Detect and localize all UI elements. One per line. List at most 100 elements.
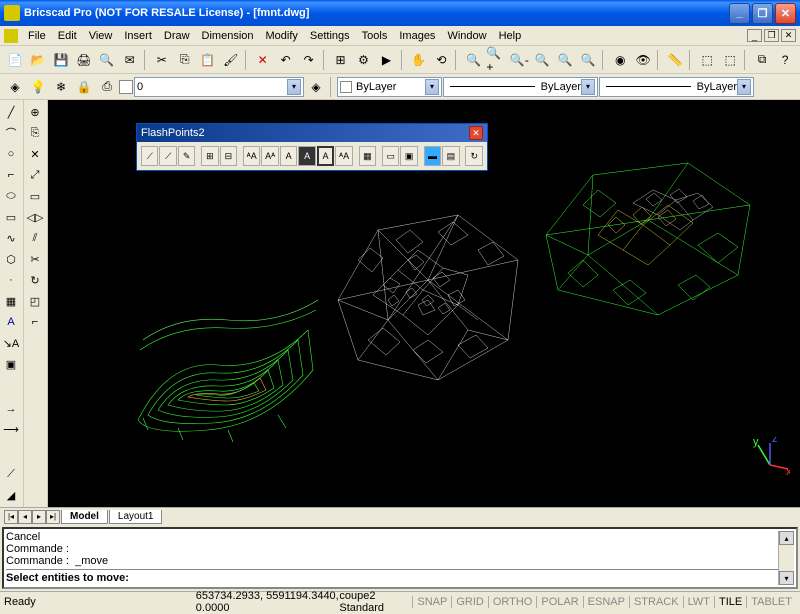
color-combo[interactable]: ByLayer ▾ — [337, 77, 442, 97]
copy-tool[interactable]: ⎘ — [25, 123, 45, 143]
arc-tool[interactable]: ⌒ — [1, 123, 21, 143]
render-button[interactable]: ◉ — [609, 49, 631, 71]
cut-button[interactable]: ✂ — [151, 49, 173, 71]
polygon-tool[interactable]: ⬡ — [1, 249, 21, 269]
tab-next-button[interactable]: ▸ — [32, 510, 46, 524]
paste-button[interactable]: 📋 — [197, 49, 219, 71]
line-tool[interactable]: ╱ — [1, 102, 21, 122]
menu-settings[interactable]: Settings — [304, 28, 356, 44]
mail-button[interactable]: ✉ — [119, 49, 141, 71]
properties-button[interactable]: ⚙ — [353, 49, 375, 71]
color-swatch[interactable] — [119, 80, 133, 94]
dist-button[interactable]: 📏 — [664, 49, 686, 71]
save-button[interactable]: 💾 — [50, 49, 72, 71]
tab-last-button[interactable]: ▸| — [46, 510, 60, 524]
hatch-tool[interactable]: ▦ — [1, 291, 21, 311]
tab-model[interactable]: Model — [61, 510, 108, 524]
flashpoints-palette[interactable]: FlashPoints2 ✕ ⟋ ⟋ ✎ ⊞ ⊟ ᴬA Aᴬ A A A ᴬA … — [136, 123, 488, 171]
status-tablet[interactable]: TABLET — [746, 596, 796, 608]
fillet-tool[interactable]: ⌐ — [25, 312, 45, 332]
scroll-up-button[interactable]: ▴ — [779, 531, 794, 545]
fp-c2[interactable]: ▤ — [442, 146, 459, 166]
layerstate-button[interactable]: ◈ — [305, 76, 327, 98]
fp-text-a6[interactable]: ᴬA — [335, 146, 352, 166]
cancel-button[interactable]: ✕ — [252, 49, 274, 71]
scroll-down-button[interactable]: ▾ — [779, 571, 794, 585]
lineweight-dropdown-icon[interactable]: ▾ — [737, 79, 751, 95]
linetype-dropdown-icon[interactable]: ▾ — [581, 79, 595, 95]
pan-button[interactable]: ✋ — [408, 49, 430, 71]
status-snap[interactable]: SNAP — [412, 596, 451, 608]
menu-view[interactable]: View — [83, 28, 119, 44]
tab-prev-button[interactable]: ◂ — [18, 510, 32, 524]
ellipse-tool[interactable]: ⬭ — [1, 186, 21, 206]
fp-refresh[interactable]: ↻ — [465, 146, 482, 166]
fp-b1[interactable]: ▭ — [382, 146, 399, 166]
vba-button[interactable]: ▶ — [376, 49, 398, 71]
cmd-prompt[interactable]: Select entities to move: — [6, 569, 778, 584]
tile-v-button[interactable]: ⬚ — [719, 49, 741, 71]
status-lwt[interactable]: LWT — [683, 596, 714, 608]
palette-titlebar[interactable]: FlashPoints2 ✕ — [137, 124, 487, 142]
move-tool[interactable]: ⊕ — [25, 102, 45, 122]
doc-restore-button[interactable]: ❐ — [764, 29, 779, 42]
fp-text-a4[interactable]: A — [298, 146, 315, 166]
status-tile[interactable]: TILE — [714, 596, 746, 608]
select-tool[interactable]: ▭ — [25, 186, 45, 206]
menu-window[interactable]: Window — [441, 28, 492, 44]
status-strack[interactable]: STRACK — [629, 596, 683, 608]
menu-insert[interactable]: Insert — [118, 28, 158, 44]
polyline-tool[interactable]: ⌐ — [1, 165, 21, 185]
status-ortho[interactable]: ORTHO — [488, 596, 537, 608]
fp-c1[interactable]: ▬ — [424, 146, 441, 166]
freeze-icon[interactable]: ❄ — [50, 76, 72, 98]
plot-icon[interactable]: ⎙ — [96, 76, 118, 98]
open-button[interactable]: 📂 — [27, 49, 49, 71]
layer-combo[interactable]: 0 ▾ — [134, 77, 304, 97]
fp-tool-4[interactable]: ⊞ — [201, 146, 218, 166]
scale-tool[interactable]: ◰ — [25, 291, 45, 311]
zoom-out-button[interactable]: 🔍- — [508, 49, 530, 71]
menu-edit[interactable]: Edit — [52, 28, 83, 44]
new-button[interactable]: 📄 — [4, 49, 26, 71]
cascade-button[interactable]: ⧉ — [751, 49, 773, 71]
drawing-canvas[interactable]: FlashPoints2 ✕ ⟋ ⟋ ✎ ⊞ ⊟ ᴬA Aᴬ A A A ᴬA … — [48, 100, 800, 507]
help-button[interactable]: ? — [774, 49, 796, 71]
block-tool[interactable]: ▣ — [1, 354, 21, 374]
fp-text-a3[interactable]: A — [280, 146, 297, 166]
copy-button[interactable]: ⎘ — [174, 49, 196, 71]
close-button[interactable]: ✕ — [775, 3, 796, 24]
fp-tool-2[interactable]: ⟋ — [159, 146, 176, 166]
view-button[interactable]: 👁 — [632, 49, 654, 71]
print-button[interactable]: 🖨 — [73, 49, 95, 71]
mirror-tool[interactable]: ◁▷ — [25, 207, 45, 227]
fp-text-a5[interactable]: A — [317, 146, 335, 166]
redo-button[interactable]: ↷ — [298, 49, 320, 71]
menu-modify[interactable]: Modify — [260, 28, 304, 44]
explorer-button[interactable]: ⊞ — [330, 49, 352, 71]
matchprop-button[interactable]: 🖌 — [220, 49, 242, 71]
status-esnap[interactable]: ESNAP — [583, 596, 629, 608]
trim-tool[interactable]: ✂ — [25, 249, 45, 269]
command-panel[interactable]: Cancel Commande : Commande : _move Selec… — [2, 527, 798, 589]
text-tool[interactable]: A — [1, 312, 21, 332]
cmd-scrollbar[interactable]: ▴ ▾ — [778, 531, 794, 585]
color-dropdown-icon[interactable]: ▾ — [425, 79, 439, 95]
point-tool[interactable]: · — [1, 270, 21, 290]
layer-dropdown-icon[interactable]: ▾ — [287, 79, 301, 95]
circle-tool[interactable]: ○ — [1, 144, 21, 164]
erase-tool[interactable]: ✕ — [25, 144, 45, 164]
zoom-rt-button[interactable]: 🔍 — [462, 49, 484, 71]
menu-images[interactable]: Images — [393, 28, 441, 44]
layer-tool-icon[interactable]: 💡 — [27, 76, 49, 98]
menu-file[interactable]: File — [22, 28, 52, 44]
layermgr-button[interactable]: ◈ — [4, 76, 26, 98]
fp-b2[interactable]: ▣ — [400, 146, 417, 166]
leader-tool[interactable]: ↘A — [1, 333, 21, 353]
tab-layout1[interactable]: Layout1 — [109, 510, 163, 524]
tile-h-button[interactable]: ⬚ — [696, 49, 718, 71]
rect-tool[interactable]: ▭ — [1, 207, 21, 227]
rtrot-button[interactable]: ⟲ — [430, 49, 452, 71]
rotate-tool[interactable]: ↻ — [25, 270, 45, 290]
minimize-button[interactable]: _ — [729, 3, 750, 24]
